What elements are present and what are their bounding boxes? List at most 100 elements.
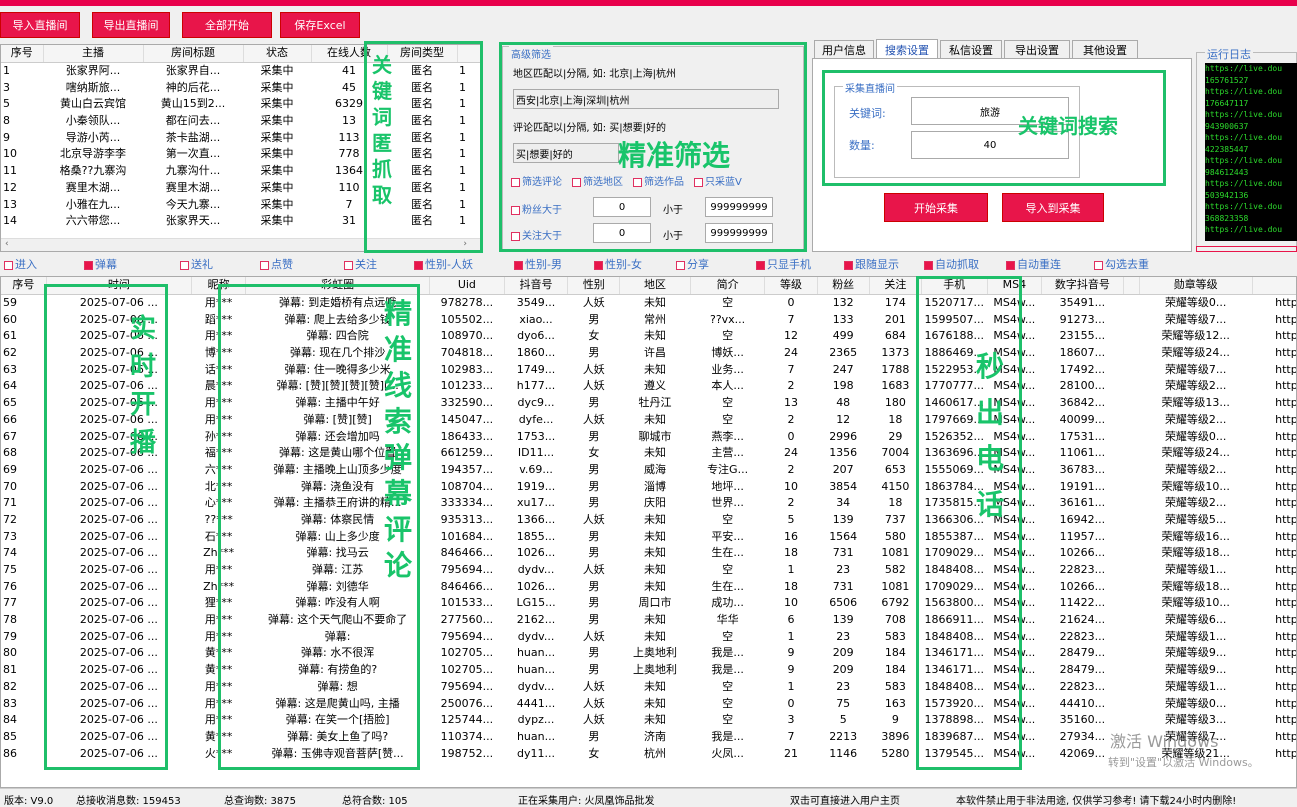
table-row[interactable]: 69 2025-07-06 ... 六*** 弹幕: 主播晚上山顶多少度 194357.… [1,462,1296,479]
checkbox-icon[interactable] [84,260,93,270]
rooms-table-row[interactable]: 10 北京导游李李 第一次直... 采集中 778 匿名 1 [1,146,481,163]
rooms-header-cell[interactable]: 状态 [243,45,312,63]
checkbox-icon[interactable] [344,260,353,270]
rooms-table-row[interactable]: 3 嗐纳斯旅... 神的后花... 采集中 45 匿名 1 [1,79,481,96]
checkbox-icon[interactable] [844,260,853,270]
table-row[interactable]: 61 2025-07-06 ... 用*** 弹幕: 四合院 108970... dyo6… [1,328,1296,345]
event-checkbox[interactable]: 勾选去重 [1094,256,1149,272]
main-header-cell[interactable]: 彩虹圈 [245,277,430,295]
table-row[interactable]: 78 2025-07-06 ... 用*** 弹幕: 这个天气爬山不要命了 277560… [1,612,1296,629]
table-row[interactable]: 60 2025-07-06 ... 蹈*** 弹幕: 爬上去给多少钱 105502...… [1,311,1296,328]
filter-region-checkbox[interactable]: 筛选地区 [572,173,623,188]
fans-max-input[interactable]: 999999999 [705,197,773,217]
scroll-left-icon[interactable]: ‹ [5,239,9,249]
tab-user-info[interactable]: 用户信息 [814,40,874,58]
filter-works-checkbox[interactable]: 筛选作品 [633,173,684,188]
table-row[interactable]: 84 2025-07-06 ... 用*** 弹幕: 在笑一个[捂脸] 125744..… [1,712,1296,729]
checkbox-icon[interactable] [594,260,603,270]
table-row[interactable]: 72 2025-07-06 ... ??*** 弹幕: 体察民情 935313... 13… [1,512,1296,529]
checkbox-icon[interactable] [4,260,13,270]
rooms-header-cell[interactable]: 序号 [1,45,44,63]
follow-max-input[interactable]: 999999999 [705,223,773,243]
export-live-button[interactable]: 导出直播间 [92,12,170,38]
main-header-cell[interactable]: 数字抖音号 [1041,277,1124,295]
table-row[interactable]: 65 2025-07-06 ... 用*** 弹幕: 主播中午好 332590... dy… [1,395,1296,412]
live-messages-table[interactable]: 序号 时间 昵称 彩虹圈 Uid 抖音号 性别 地区 简介 等级 粉丝 关注 手机 MS4 数字抖音号 勋章等… [0,276,1297,788]
rooms-table-row[interactable]: 13 小雅在九... 今天九寨... 采集中 7 匿名 1 [1,196,481,213]
event-checkbox[interactable]: 性别-人妖 [414,256,473,272]
table-row[interactable]: 75 2025-07-06 ... 用*** 弹幕: 江苏 795694... dydv.… [1,562,1296,579]
checkbox-icon[interactable] [180,260,189,270]
checkbox-icon[interactable] [924,260,933,270]
main-header-cell[interactable]: 抖音号 [504,277,569,295]
follow-gt-checkbox[interactable]: 关注大于 [511,227,562,242]
checkbox-icon[interactable] [1094,260,1103,270]
main-header-cell[interactable] [1123,277,1140,295]
bluev-only-checkbox[interactable]: 只采蓝V [694,173,742,188]
checkbox-icon[interactable] [514,260,523,270]
checkbox-icon[interactable] [756,260,765,270]
table-row[interactable]: 68 2025-07-06 ... 福*** 弹幕: 这是黄山哪个位置 661259..… [1,445,1296,462]
table-row[interactable]: 77 2025-07-06 ... 狸*** 弹幕: 咋没有人啊 101533... LG… [1,595,1296,612]
rooms-table-row[interactable]: 1 张家界阿... 张家界自... 采集中 41 匿名 1 [1,62,481,79]
tab-export-settings[interactable]: 导出设置 [1004,40,1070,58]
main-header-cell[interactable]: 粉丝 [817,277,870,295]
rooms-table[interactable]: 序号 主播 房间标题 状态 在线人数 房间类型 1 张家界阿... 张家界自... 采集中 41 匿… [0,44,482,252]
import-to-collect-button[interactable]: 导入到采集 [1002,193,1104,222]
event-checkbox[interactable]: 只显手机 [756,256,811,272]
rooms-table-row[interactable]: 9 导游小芮... 茶卡盐湖... 采集中 113 匿名 1 [1,129,481,146]
main-header-cell[interactable]: Uid [429,277,505,295]
comment-input[interactable]: 买|想要|好的 [513,143,619,163]
main-header-cell[interactable]: 序号 [1,277,47,295]
table-row[interactable]: 59 2025-07-06 ... 用*** 弹幕: 到走婚桥有点远哦 978278..… [1,294,1296,311]
follow-min-input[interactable]: 0 [593,223,651,243]
rooms-table-row[interactable]: 14 六六带您... 张家界天... 采集中 31 匿名 1 [1,213,481,230]
table-row[interactable]: 64 2025-07-06 ... 晨*** 弹幕: [赞][赞][赞][赞][...… [1,378,1296,395]
tab-other-settings[interactable]: 其他设置 [1072,40,1138,58]
main-header-cell[interactable]: 昵称 [191,277,247,295]
main-header-cell[interactable]: 地区 [619,277,691,295]
main-header-cell[interactable]: 关注 [869,277,922,295]
rooms-table-row[interactable]: 8 小秦领队... 都在问去... 采集中 13 匿名 1 [1,113,481,130]
event-checkbox[interactable]: 进入 [4,256,37,272]
start-all-button[interactable]: 全部开始 [182,12,272,38]
rooms-header-cell[interactable]: 房间标题 [143,45,244,63]
fans-min-input[interactable]: 0 [593,197,651,217]
event-checkbox[interactable]: 自动重连 [1006,256,1061,272]
table-row[interactable]: 71 2025-07-06 ... 心*** 弹幕: 主播恭王府讲的精... 33333… [1,495,1296,512]
table-row[interactable]: 62 2025-07-06 ... 博*** 弹幕: 现在几个排沙 704818... 1… [1,345,1296,362]
table-row[interactable]: 79 2025-07-06 ... 用*** 弹幕: 795694... dydv... 人… [1,628,1296,645]
table-row[interactable]: 73 2025-07-06 ... 石*** 弹幕: 山上多少度 101684... 18… [1,528,1296,545]
main-header-cell[interactable]: 勋章等级 [1139,277,1253,295]
fans-gt-checkbox[interactable]: 粉丝大于 [511,201,562,216]
table-row[interactable]: 82 2025-07-06 ... 用*** 弹幕: 想 795694... dydv..… [1,679,1296,696]
table-row[interactable]: 70 2025-07-06 ... 北*** 弹幕: 浇鱼没有 108704... 191… [1,478,1296,495]
event-checkbox[interactable]: 送礼 [180,256,213,272]
event-checkbox[interactable]: 弹幕 [84,256,117,272]
event-checkbox[interactable]: 关注 [344,256,377,272]
region-input[interactable]: 西安|北京|上海|深圳|杭州 [513,89,779,109]
save-excel-button[interactable]: 保存Excel [280,12,360,38]
import-live-button[interactable]: 导入直播间 [0,12,80,38]
rooms-header-cell[interactable]: 主播 [43,45,144,63]
tab-search-settings[interactable]: 搜索设置 [876,39,938,59]
table-row[interactable]: 66 2025-07-06 ... 用*** 弹幕: [赞][赞] 145047... d… [1,412,1296,429]
filter-comment-checkbox[interactable]: 筛选评论 [511,173,562,188]
event-checkbox[interactable]: 性别-女 [594,256,642,272]
rooms-header-cell[interactable]: 房间类型 [387,45,458,63]
start-collect-button[interactable]: 开始采集 [884,193,988,222]
table-row[interactable]: 63 2025-07-06 ... 话*** 弹幕: 住一晚得多少米 102983...… [1,361,1296,378]
main-header-cell[interactable]: 等级 [764,277,818,295]
table-row[interactable]: 85 2025-07-06 ... 黄*** 弹幕: 美女上鱼了吗? 110374...… [1,729,1296,746]
main-header-cell[interactable]: 性别 [567,277,621,295]
rooms-table-row[interactable]: 5 黄山白云宾馆 黄山15到2... 采集中 6329 匿名 1 [1,96,481,113]
main-header-cell[interactable]: 时间 [46,277,192,295]
table-row[interactable]: 67 2025-07-06 ... 孙*** 弹幕: 还会增加吗 186433... 17… [1,428,1296,445]
event-checkbox[interactable]: 自动抓取 [924,256,979,272]
main-header-cell[interactable]: 手机 [921,277,988,295]
checkbox-icon[interactable] [676,260,685,270]
rooms-table-row[interactable]: 11 格桑??九寨沟 九寨沟什... 采集中 1364 匿名 1 [1,163,481,180]
checkbox-icon[interactable] [414,260,423,270]
checkbox-icon[interactable] [1006,260,1015,270]
main-header-cell[interactable]: MS4 [987,277,1043,295]
